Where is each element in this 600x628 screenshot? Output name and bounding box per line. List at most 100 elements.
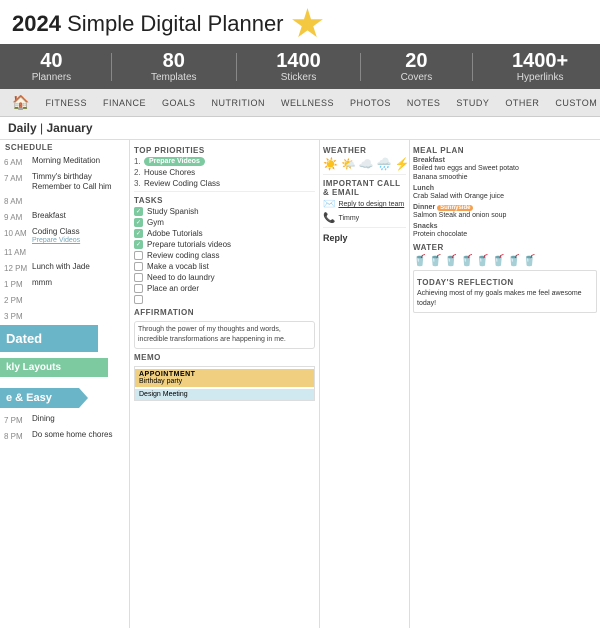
weather-icons: ☀️ 🌤️ ☁️ 🌧️ ⚡ <box>323 157 406 171</box>
email-icon: ✉️ <box>323 199 335 210</box>
task-item: Gym <box>134 218 315 227</box>
memo-box: APPOINTMENT Birthday party Design Meetin… <box>134 366 315 401</box>
sidebar-weekly-label: kly Layouts <box>0 358 108 377</box>
water-title: WATER <box>413 243 597 252</box>
tab-photos[interactable]: PHOTOS <box>342 93 399 113</box>
schedule-row: 10 AM Coding Class Prepare Videos <box>0 226 129 245</box>
water-cups: 🥤 🥤 🥤 🥤 🥤 🥤 🥤 🥤 <box>413 254 597 267</box>
divider <box>236 53 237 81</box>
affirmation-box: Through the power of my thoughts and wor… <box>134 321 315 349</box>
task-item: Adobe Tutorials <box>134 229 315 238</box>
reflection-title: TODAY'S REFLECTION <box>417 278 593 287</box>
cup-empty: 🥤 <box>507 254 521 267</box>
meal-dinner: Dinner Sunnyside Salmon Steak and onion … <box>413 204 597 220</box>
divider <box>472 53 473 81</box>
task-checkbox[interactable] <box>134 218 143 227</box>
tab-notes[interactable]: NOTES <box>399 93 449 113</box>
task-item <box>134 295 315 304</box>
task-checkbox[interactable] <box>134 229 143 238</box>
priorities-title: TOP PRIORITIES <box>134 146 315 155</box>
task-checkbox[interactable] <box>134 284 143 293</box>
stat-planners: 40 Planners <box>32 50 71 83</box>
tab-goals[interactable]: GOALS <box>154 93 204 113</box>
schedule-row: 3 PM <box>0 309 129 325</box>
schedule-row: 7 AM Timmy's birthdayRemember to Call hi… <box>0 171 129 194</box>
main-grid: SCHEDULE 6 AM Morning Meditation 7 AM Ti… <box>0 140 600 628</box>
meal-column: MEAL PLAN Breakfast Boiled two eggs and … <box>410 140 600 628</box>
divider <box>360 53 361 81</box>
tasks-title: TASKS <box>134 196 315 205</box>
task-checkbox[interactable] <box>134 240 143 249</box>
header: 2024 Simple Digital Planner <box>0 0 600 44</box>
partly-cloudy-icon: 🌤️ <box>341 157 356 171</box>
tab-study[interactable]: STUDY <box>448 93 497 113</box>
task-item: Study Spanish <box>134 207 315 216</box>
lightning-icon: ⚡ <box>395 157 410 171</box>
stats-bar: 40 Planners 80 Templates 1400 Stickers 2… <box>0 44 600 89</box>
task-item: Need to do laundry <box>134 273 315 282</box>
memo-title: MEMO <box>134 353 315 362</box>
reflection-box: TODAY'S REFLECTION Achieving most of my … <box>413 270 597 313</box>
phone-icon: 📞 <box>323 213 335 224</box>
divider <box>111 53 112 81</box>
schedule-title: SCHEDULE <box>0 140 129 155</box>
task-checkbox[interactable] <box>134 207 143 216</box>
schedule-row: 7 PM Dining <box>0 413 129 429</box>
daily-header: Daily | January <box>0 117 600 140</box>
cup-filled: 🥤 <box>444 254 458 267</box>
water-section: WATER 🥤 🥤 🥤 🥤 🥤 🥤 🥤 🥤 <box>413 243 597 267</box>
nav-tabs: 🏠 FITNESS FINANCE GOALS NUTRITION WELLNE… <box>0 89 600 117</box>
tab-nutrition[interactable]: NUTRITION <box>203 93 273 113</box>
reply-label: Reply <box>323 233 406 243</box>
cup-filled: 🥤 <box>413 254 427 267</box>
task-checkbox[interactable] <box>134 251 143 260</box>
design-meeting-box: Design Meeting <box>135 389 314 400</box>
sidebar-easy-label: e & Easy <box>0 388 88 408</box>
stat-hyperlinks: 1400+ Hyperlinks <box>512 50 568 83</box>
cloudy-icon: ☁️ <box>359 157 374 171</box>
divider <box>323 227 406 228</box>
cup-filled: 🥤 <box>476 254 490 267</box>
cup-empty: 🥤 <box>492 254 506 267</box>
task-item: Make a vocab list <box>134 262 315 271</box>
tab-wellness[interactable]: WELLNESS <box>273 93 342 113</box>
schedule-row: 12 PM Lunch with Jade <box>0 261 129 277</box>
priority-item: 3. Review Coding Class <box>134 179 315 188</box>
stat-covers: 20 Covers <box>401 50 433 83</box>
meal-lunch: Lunch Crab Salad with Orange juice <box>413 185 597 201</box>
meal-breakfast: Breakfast Boiled two eggs and Sweet pota… <box>413 157 597 182</box>
divider <box>134 191 315 192</box>
cup-filled: 🥤 <box>460 254 474 267</box>
stat-stickers: 1400 Stickers <box>276 50 321 83</box>
home-tab[interactable]: 🏠 <box>4 89 37 116</box>
cup-empty: 🥤 <box>523 254 537 267</box>
sun-icon: ☀️ <box>323 157 338 171</box>
task-checkbox[interactable] <box>134 262 143 271</box>
task-checkbox[interactable] <box>134 273 143 282</box>
weather-title: WEATHER <box>323 146 406 155</box>
schedule-row: 8 PM Do some home chores <box>0 429 129 445</box>
schedule-row: 2 PM <box>0 293 129 309</box>
tab-finance[interactable]: FINANCE <box>95 93 154 113</box>
tab-custom[interactable]: CUSTOM <box>547 93 600 113</box>
appointment-box: APPOINTMENT Birthday party <box>135 369 314 387</box>
tab-fitness[interactable]: FITNESS <box>37 93 95 113</box>
task-item: Review coding class <box>134 251 315 260</box>
task-item: Prepare tutorials videos <box>134 240 315 249</box>
meal-snacks: Snacks Protein chocolate <box>413 223 597 239</box>
priority-item: 2. House Chores <box>134 168 315 177</box>
calls-title: IMPORTANT CALL & EMAIL <box>323 179 406 197</box>
weather-column: WEATHER ☀️ 🌤️ ☁️ 🌧️ ⚡ IMPORTANT CALL & E… <box>320 140 410 628</box>
call-item-reply: ✉️ Reply to design team <box>323 199 406 210</box>
sidebar-dated-label: Dated <box>0 325 98 352</box>
cup-filled: 🥤 <box>429 254 443 267</box>
page-title: 2024 Simple Digital Planner <box>12 11 284 37</box>
schedule-row: 6 AM Morning Meditation <box>0 155 129 171</box>
schedule-row: 8 AM <box>0 194 129 210</box>
schedule-row: 1 PM mmm <box>0 277 129 293</box>
tab-other[interactable]: OTHER <box>497 93 547 113</box>
meal-plan-title: MEAL PLAN <box>413 146 597 155</box>
affirmation-title: AFFIRMATION <box>134 308 315 317</box>
task-checkbox[interactable] <box>134 295 143 304</box>
call-item-timmy: 📞 Timmy <box>323 213 406 224</box>
